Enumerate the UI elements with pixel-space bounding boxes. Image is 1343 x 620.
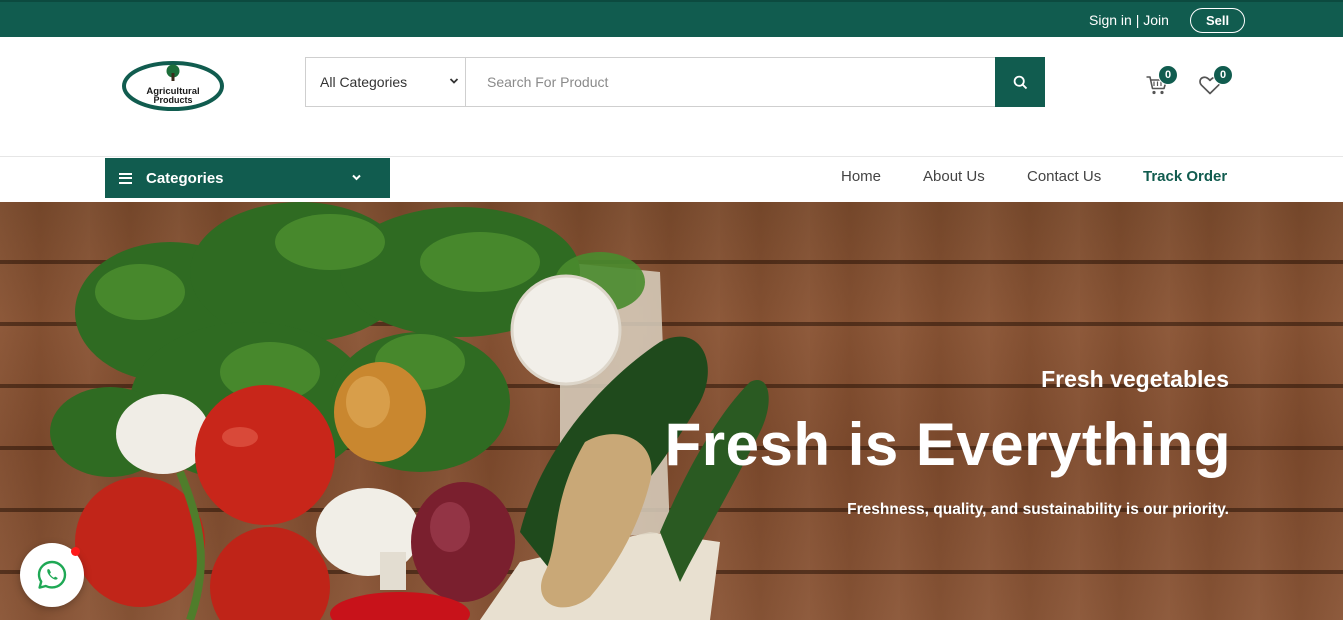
hero-banner: Fresh vegetables Fresh is Everything Fre…	[0, 202, 1343, 620]
nav-link-track-order[interactable]: Track Order	[1143, 168, 1227, 185]
hero-subtitle: Fresh vegetables	[1041, 366, 1229, 392]
categories-menu-button[interactable]: Categories	[105, 158, 390, 198]
sell-button[interactable]: Sell	[1190, 8, 1245, 33]
auth-separator: |	[1135, 12, 1140, 28]
logo-text-line2: Products	[153, 95, 192, 105]
top-bar: Sign in | Join Sell	[0, 0, 1343, 37]
search-input[interactable]: Search For Product	[466, 58, 995, 106]
search-button[interactable]	[995, 57, 1045, 107]
hamburger-icon	[119, 172, 132, 184]
chevron-down-icon	[449, 78, 459, 84]
nav-link-contact-us[interactable]: Contact Us	[1027, 168, 1101, 185]
whatsapp-icon	[37, 560, 67, 589]
notification-dot	[71, 547, 80, 556]
nav-link-about-us[interactable]: About Us	[923, 168, 985, 185]
category-select-value: All Categories	[320, 74, 408, 90]
search-icon	[1013, 75, 1027, 89]
category-select[interactable]: All Categories	[306, 58, 466, 106]
auth-links: Sign in | Join	[1089, 12, 1169, 28]
sign-in-link[interactable]: Sign in	[1089, 12, 1132, 28]
site-header: Agricultural Products All Categories Sea…	[0, 37, 1343, 157]
categories-label: Categories	[146, 169, 224, 187]
chevron-down-icon	[352, 174, 361, 181]
agricultural-products-logo[interactable]: Agricultural Products	[122, 59, 224, 111]
hero-description: Freshness, quality, and sustainability i…	[847, 501, 1229, 518]
cart-count-badge: 0	[1158, 65, 1178, 85]
join-link[interactable]: Join	[1143, 12, 1169, 28]
search-bar: All Categories Search For Product	[305, 57, 1045, 107]
vegetables-image	[50, 202, 769, 620]
whatsapp-chat-button[interactable]	[20, 543, 84, 607]
hero-title: Fresh is Everything	[664, 411, 1231, 478]
wishlist-count-badge: 0	[1213, 65, 1233, 85]
nav-link-home[interactable]: Home	[841, 168, 881, 185]
main-nav: Categories Home About Us Contact Us Trac…	[0, 157, 1343, 202]
